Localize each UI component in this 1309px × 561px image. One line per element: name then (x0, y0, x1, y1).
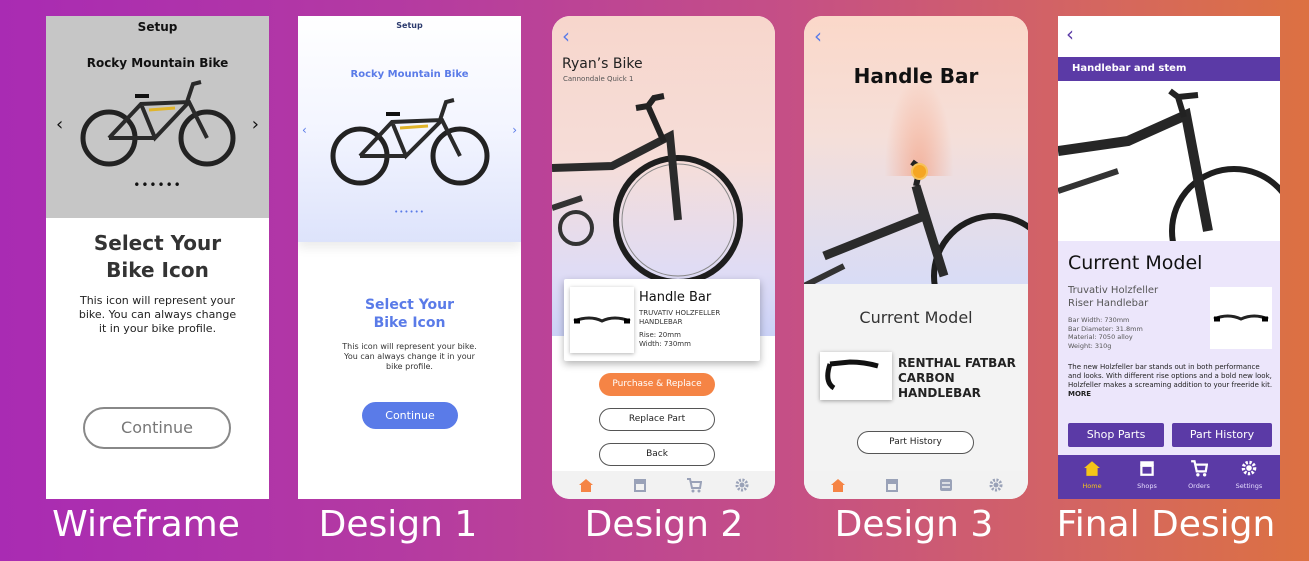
bike-image (80, 80, 236, 167)
page-title: Select Your Bike Icon (364, 297, 455, 331)
hero-area (804, 16, 1028, 286)
caption-design2: Design 2 (584, 504, 744, 545)
bike-name: Rocky Mountain Bike (86, 56, 229, 70)
bike-image (552, 93, 743, 285)
bike-image (330, 98, 490, 186)
part-description: The new Holzfeller bar stands out in bot… (1068, 363, 1273, 398)
bike-photo (1058, 81, 1280, 241)
description-text: This icon will represent your bike. You … (78, 294, 237, 335)
description-text: This icon will represent your bike. You … (342, 342, 477, 371)
continue-button[interactable]: Continue (362, 402, 458, 429)
gear-icon[interactable] (988, 477, 1004, 493)
handlebar-thumbnail (820, 352, 892, 400)
part-name: Handle Bar (639, 290, 712, 305)
list-icon[interactable] (938, 477, 954, 493)
caption-design3: Design 3 (834, 504, 994, 545)
tab-home[interactable]: Home (1070, 459, 1114, 490)
part-specs: Rise: 20mm Width: 730mm (639, 331, 691, 348)
back-icon[interactable]: ‹ (814, 24, 822, 48)
caption-design1: Design 1 (318, 504, 478, 545)
chevron-right-icon[interactable]: › (512, 123, 517, 137)
replace-part-button[interactable]: Replace Part (599, 408, 715, 431)
home-icon[interactable] (578, 477, 594, 493)
current-model-heading: Current Model (1068, 252, 1203, 274)
final-design-screen: ‹ Handlebar and stem Current Model Truva… (1058, 16, 1280, 499)
setup-title: Setup (396, 21, 423, 30)
purchase-replace-button[interactable]: Purchase & Replace (599, 373, 715, 396)
chevron-left-icon[interactable]: ‹ (302, 123, 307, 137)
tab-bar (804, 471, 1027, 499)
part-history-button[interactable]: Part History (857, 431, 974, 454)
chevron-left-icon[interactable]: ‹ (56, 114, 63, 135)
part-name: Truvativ Holzfeller Riser Handlebar (1068, 285, 1159, 309)
bike-model: Cannondale Quick 1 (563, 75, 634, 83)
shop-icon[interactable] (884, 477, 900, 493)
setup-title: Setup (137, 20, 178, 34)
part-card[interactable]: Handle Bar TRUVATIV HOLZFELLER HANDLEBAR… (564, 279, 760, 361)
section-header: Handlebar and stem (1058, 57, 1280, 81)
shop-icon (1140, 461, 1154, 476)
gear-icon (1241, 460, 1257, 476)
handlebar-thumbnail (1210, 287, 1272, 349)
carousel-dots[interactable]: •••••• (46, 178, 269, 192)
part-brand: TRUVATIV HOLZFELLER HANDLEBAR (639, 309, 721, 326)
tab-shops[interactable]: Shops (1125, 459, 1169, 490)
back-icon[interactable]: ‹ (1066, 22, 1074, 46)
tab-bar (552, 471, 775, 499)
design3-screen: ‹ Handle Bar Current Model RENTHAL FATBA… (804, 16, 1028, 499)
gear-icon[interactable] (734, 477, 750, 493)
tab-settings[interactable]: Settings (1227, 459, 1271, 490)
cart-icon (1191, 460, 1209, 477)
caption-wireframe: Wireframe (52, 504, 240, 545)
bike-name: Rocky Mountain Bike (350, 69, 469, 80)
shop-parts-button[interactable]: Shop Parts (1068, 423, 1164, 447)
caption-final-design: Final Design (1056, 504, 1276, 545)
page-title: Handle Bar (853, 64, 979, 88)
tab-bar: Home Shops Orders Settings (1058, 455, 1280, 499)
shop-icon[interactable] (632, 477, 648, 493)
design1-screen: Setup Rocky Mountain Bike ‹ › •••••• Sel… (298, 16, 521, 499)
bike-carousel: Setup Rocky Mountain Bike ‹ › •••••• (46, 16, 269, 218)
part-specs: Bar Width: 730mm Bar Diameter: 31.8mm Ma… (1068, 316, 1143, 350)
back-icon[interactable]: ‹ (562, 24, 570, 48)
more-link[interactable]: MORE (1068, 390, 1091, 398)
bike-title: Ryan’s Bike (562, 56, 643, 72)
home-icon (1084, 461, 1100, 476)
cart-icon[interactable] (686, 477, 702, 493)
part-history-button[interactable]: Part History (1172, 423, 1272, 447)
carousel-dots[interactable]: •••••• (298, 208, 521, 216)
continue-button[interactable]: Continue (83, 407, 231, 449)
wireframe-screen: Setup Rocky Mountain Bike ‹ › •••••• Sel… (46, 16, 269, 499)
handlebar-thumbnail (570, 287, 634, 353)
bike-carousel: Setup Rocky Mountain Bike ‹ › •••••• (298, 16, 521, 242)
design2-screen: ‹ Ryan’s Bike Cannondale Quick 1 Handle … (552, 16, 775, 499)
home-icon[interactable] (830, 477, 846, 493)
page-title: Select Your Bike Icon (93, 231, 222, 282)
handlebar-hotspot[interactable] (911, 163, 928, 180)
chevron-right-icon[interactable]: › (252, 114, 259, 135)
current-model-heading: Current Model (859, 308, 973, 327)
back-button[interactable]: Back (599, 443, 715, 466)
tab-orders[interactable]: Orders (1177, 459, 1221, 490)
part-name: RENTHAL FATBAR CARBON HANDLEBAR (898, 356, 1016, 400)
